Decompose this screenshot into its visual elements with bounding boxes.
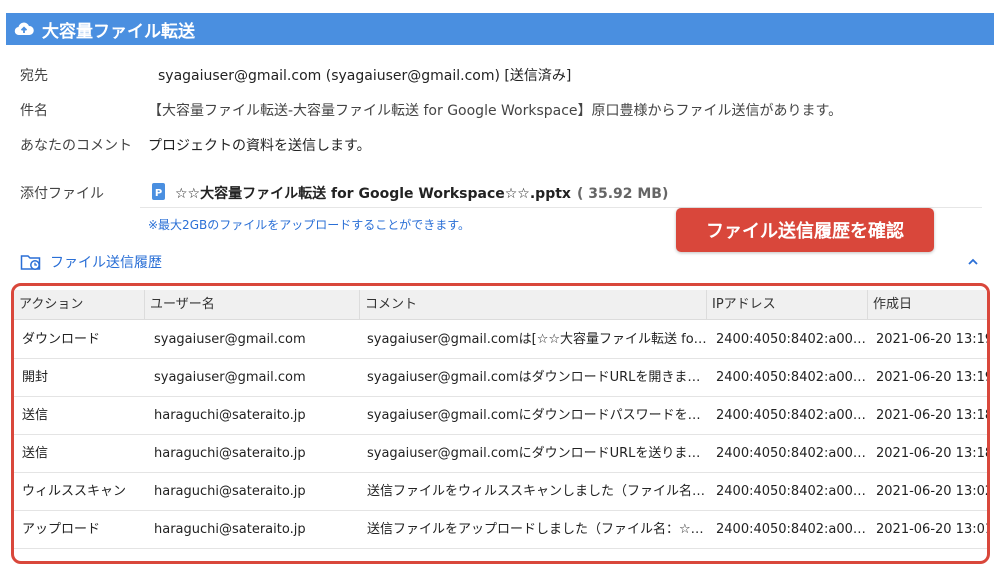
cell-date: 2021-06-20 13:18 — [876, 446, 990, 461]
upload-limit-note: ※最大2GBのファイルをアップロードすることができます。 — [148, 218, 471, 232]
cell-action: ウィルススキャン — [22, 484, 127, 499]
recipient-label: 宛先 — [20, 68, 48, 84]
cell-date: 2021-06-20 13:02 — [876, 484, 990, 499]
cell-ip: 2400:4050:8402:a00… — [716, 446, 866, 461]
attachment-label: 添付ファイル — [20, 186, 104, 202]
subject-label: 件名 — [20, 103, 48, 119]
chevron-up-icon[interactable] — [966, 255, 980, 269]
subject-value: 【大容量ファイル転送-大容量ファイル転送 for Google Workspac… — [148, 103, 843, 119]
table-header: アクション ユーザー名 コメント IPアドレス 作成日 — [14, 290, 987, 320]
cell-comment: syagaiuser@gmail.comにダウンロードパスワードを送… — [367, 408, 707, 423]
cell-user: haraguchi@sateraito.jp — [154, 484, 306, 499]
comment-label: あなたのコメント — [20, 138, 132, 154]
column-header-action[interactable]: アクション — [14, 290, 142, 320]
column-header-date[interactable]: 作成日 — [867, 290, 987, 320]
table-row[interactable]: 開封 syagaiuser@gmail.com syagaiuser@gmail… — [14, 359, 987, 397]
cell-ip: 2400:4050:8402:a00… — [716, 408, 866, 423]
cell-date: 2021-06-20 13:19 — [876, 332, 990, 347]
cell-action: 送信 — [22, 408, 49, 423]
table-row[interactable]: ダウンロード syagaiuser@gmail.com syagaiuser@g… — [14, 321, 987, 359]
column-header-comment[interactable]: コメント — [359, 290, 706, 320]
cloud-upload-icon — [14, 22, 34, 36]
pptx-file-icon: P — [152, 183, 165, 200]
history-section-header[interactable]: ファイル送信履歴 — [20, 252, 162, 272]
folder-clock-icon — [20, 255, 41, 270]
cell-action: アップロード — [22, 522, 101, 537]
cell-user: haraguchi@sateraito.jp — [154, 408, 306, 423]
cell-user: syagaiuser@gmail.com — [154, 370, 306, 385]
app-title: 大容量ファイル転送 — [42, 21, 195, 42]
cell-user: syagaiuser@gmail.com — [154, 332, 306, 347]
cell-ip: 2400:4050:8402:a00… — [716, 484, 866, 499]
cell-action: ダウンロード — [22, 332, 101, 347]
history-table: アクション ユーザー名 コメント IPアドレス 作成日 ダウンロード syaga… — [11, 283, 990, 564]
attachment-file[interactable]: ☆☆大容量ファイル転送 for Google Workspace☆☆.pptx (… — [175, 183, 668, 203]
cell-user: haraguchi@sateraito.jp — [154, 446, 306, 461]
history-title: ファイル送信履歴 — [50, 255, 162, 271]
cell-action: 送信 — [22, 446, 49, 461]
attachment-file-size: ( 35.92 MB) — [576, 186, 669, 202]
cell-comment: syagaiuser@gmail.comにダウンロードURLを送りまし… — [367, 446, 707, 461]
app-header: 大容量ファイル転送 — [6, 13, 994, 45]
cell-comment: syagaiuser@gmail.comは[☆☆大容量ファイル転送 fo… — [367, 332, 707, 347]
column-header-ip[interactable]: IPアドレス — [706, 290, 866, 320]
cell-comment: 送信ファイルをアップロードしました（ファイル名：☆… — [367, 522, 704, 537]
cell-comment: 送信ファイルをウィルススキャンしました（ファイル名… — [367, 484, 706, 499]
cell-date: 2021-06-20 13:01 — [876, 522, 990, 537]
cell-user: haraguchi@sateraito.jp — [154, 522, 306, 537]
recipient-value: syagaiuser@gmail.com (syagaiuser@gmail.c… — [158, 68, 572, 84]
cell-comment: syagaiuser@gmail.comはダウンロードURLを開きまし… — [367, 370, 707, 385]
cell-date: 2021-06-20 13:18 — [876, 408, 990, 423]
attachment-file-name[interactable]: ☆☆大容量ファイル転送 for Google Workspace☆☆.pptx — [175, 186, 571, 202]
cell-ip: 2400:4050:8402:a00… — [716, 370, 866, 385]
cell-ip: 2400:4050:8402:a00… — [716, 522, 866, 537]
cell-action: 開封 — [22, 370, 49, 385]
table-row[interactable]: 送信 haraguchi@sateraito.jp syagaiuser@gma… — [14, 397, 987, 435]
comment-value: プロジェクトの資料を送信します。 — [148, 138, 371, 154]
cell-ip: 2400:4050:8402:a00… — [716, 332, 866, 347]
table-row[interactable]: ウィルススキャン haraguchi@sateraito.jp 送信ファイルをウ… — [14, 473, 987, 511]
cell-date: 2021-06-20 13:19 — [876, 370, 990, 385]
table-row[interactable]: アップロード haraguchi@sateraito.jp 送信ファイルをアップ… — [14, 511, 987, 549]
view-history-button[interactable]: ファイル送信履歴を確認 — [676, 208, 934, 252]
table-row[interactable]: 送信 haraguchi@sateraito.jp syagaiuser@gma… — [14, 435, 987, 473]
column-header-user[interactable]: ユーザー名 — [144, 290, 359, 320]
